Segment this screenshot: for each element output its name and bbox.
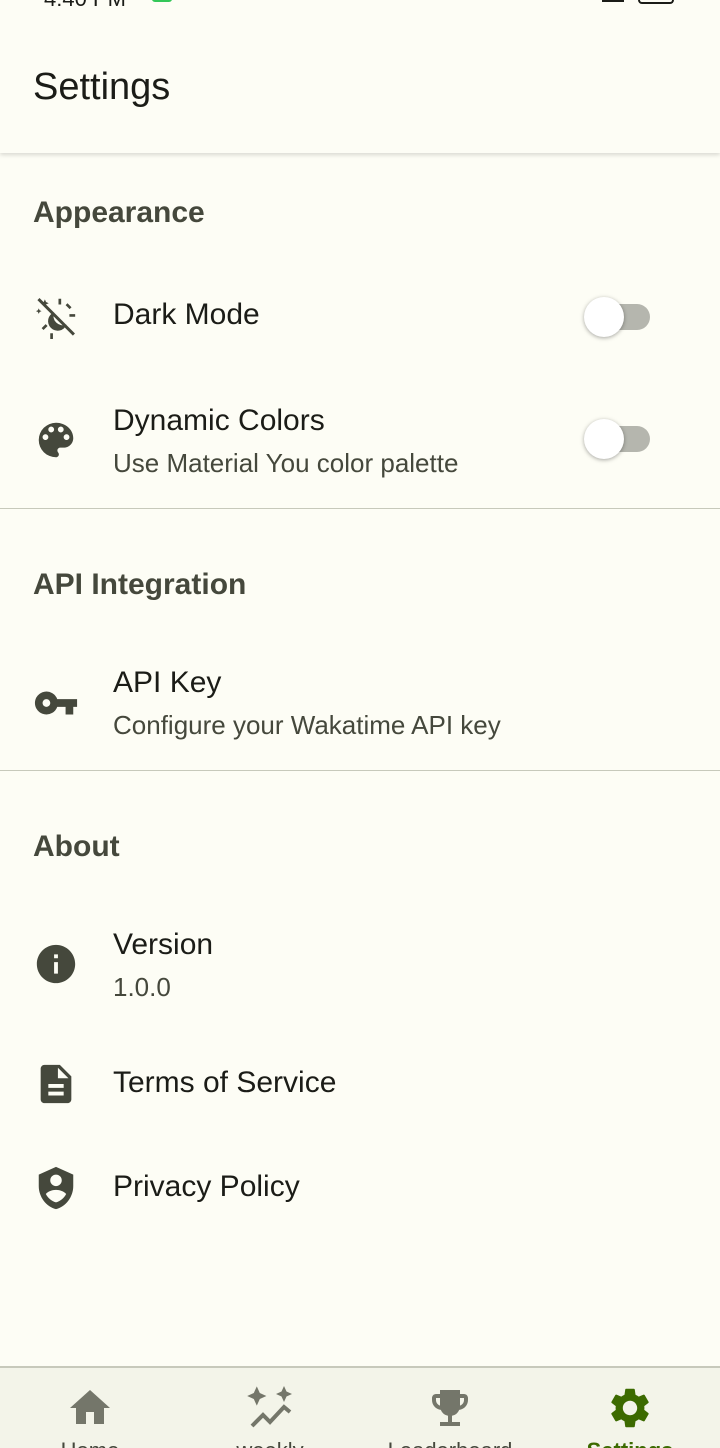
dark-mode-switch[interactable]: [584, 296, 652, 337]
sparkle-chart-icon: [246, 1384, 294, 1432]
setting-version[interactable]: Version 1.0.0: [0, 922, 720, 1012]
nav-label-home: Home: [0, 1438, 180, 1448]
page-title: Settings: [33, 66, 171, 108]
setting-api-key[interactable]: API Key Configure your Wakatime API key: [0, 660, 720, 750]
api-key-subtitle: Configure your Wakatime API key: [113, 710, 501, 740]
dark-mode-icon: [33, 294, 79, 340]
document-icon: [33, 1061, 79, 1107]
terms-label: Terms of Service: [113, 1066, 337, 1099]
divider: [0, 508, 720, 509]
nav-item-settings[interactable]: Settings: [540, 1368, 720, 1448]
setting-dark-mode[interactable]: Dark Mode: [0, 280, 720, 354]
nav-label-weekly: weekly: [180, 1438, 360, 1448]
gear-icon: [606, 1384, 654, 1432]
dark-mode-label: Dark Mode: [113, 298, 260, 331]
nav-label-leaderboard: Leaderboard: [360, 1438, 540, 1448]
info-icon: [33, 941, 79, 987]
trophy-icon: [426, 1384, 474, 1432]
palette-icon: [33, 417, 79, 463]
setting-dynamic-colors[interactable]: Dynamic Colors Use Material You color pa…: [0, 398, 720, 488]
section-header-api: API Integration: [33, 568, 247, 601]
setting-privacy-policy[interactable]: Privacy Policy: [0, 1152, 720, 1226]
setting-terms-of-service[interactable]: Terms of Service: [0, 1048, 720, 1122]
section-header-about: About: [33, 830, 120, 863]
home-icon: [66, 1384, 114, 1432]
nav-item-leaderboard[interactable]: Leaderboard: [360, 1368, 540, 1448]
status-bar: 4:40 PM: [0, 0, 720, 12]
switch-thumb: [584, 419, 624, 459]
version-label: Version: [113, 928, 214, 961]
shield-icon: [33, 1165, 79, 1211]
dynamic-colors-subtitle: Use Material You color palette: [113, 448, 459, 478]
settings-screen: 4:40 PM Settings Appearance Dark Mode: [0, 0, 720, 1448]
status-time: 4:40 PM: [44, 0, 126, 12]
privacy-label: Privacy Policy: [113, 1170, 300, 1203]
key-icon: [33, 680, 79, 726]
bottom-navigation: Home weekly Leaderboard Settings: [0, 1366, 720, 1448]
section-header-appearance: Appearance: [33, 196, 205, 229]
version-value: 1.0.0: [113, 972, 171, 1002]
nav-item-weekly[interactable]: weekly: [180, 1368, 360, 1448]
notification-dot-icon: [152, 0, 172, 2]
dynamic-colors-label: Dynamic Colors: [113, 404, 325, 437]
battery-icon: [638, 0, 674, 4]
nav-item-home[interactable]: Home: [0, 1368, 180, 1448]
divider: [0, 770, 720, 771]
api-key-label: API Key: [113, 666, 222, 699]
signal-icon: [602, 0, 624, 2]
top-app-bar: 4:40 PM Settings: [0, 0, 720, 153]
switch-thumb: [584, 297, 624, 337]
nav-label-settings: Settings: [540, 1438, 720, 1448]
dynamic-colors-switch[interactable]: [584, 418, 652, 459]
